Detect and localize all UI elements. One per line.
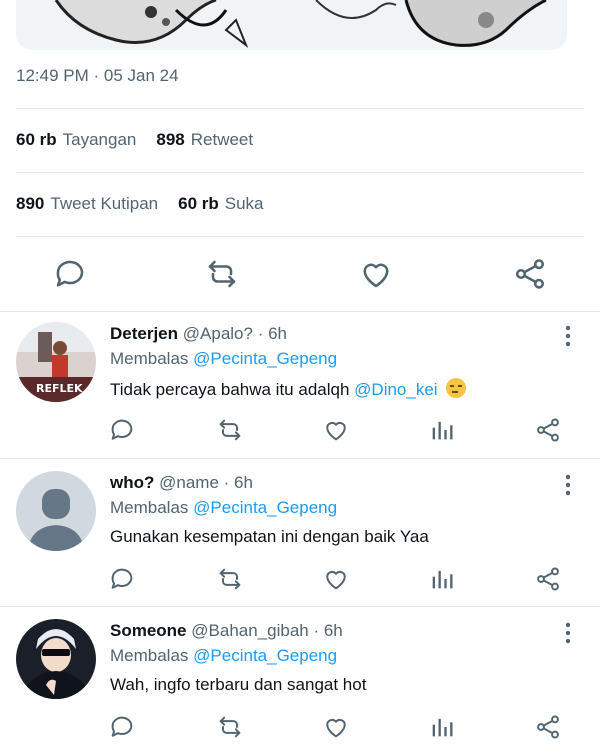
display-name[interactable]: who? [110, 473, 154, 492]
replying-to: Membalas @Pecinta_Gepeng [110, 498, 337, 518]
reply-header: Deterjen @Apalo? · 6h [110, 324, 287, 344]
replying-to-mention[interactable]: @Pecinta_Gepeng [193, 646, 337, 665]
reply-time: · 6h [257, 324, 287, 343]
replying-to-mention[interactable]: @Pecinta_Gepeng [193, 349, 337, 368]
display-name[interactable]: Deterjen [110, 324, 178, 343]
reply-action-bar [0, 713, 600, 743]
reply-text-content: Tidak percaya bahwa itu adalqh [110, 380, 350, 399]
avatar[interactable]: REFLEK [16, 322, 96, 402]
replying-to: Membalas @Pecinta_Gepeng [110, 646, 337, 666]
handle[interactable]: @Bahan_gibah [191, 621, 308, 640]
retweets-count: 898 [156, 130, 185, 149]
quotes-stat[interactable]: 890 Tweet Kutipan [16, 194, 158, 214]
reply-text: Tidak percaya bahwa itu adalqh @Dino_kei [110, 378, 467, 400]
reply-icon[interactable] [108, 713, 136, 741]
share-icon[interactable] [512, 256, 548, 292]
reply-icon[interactable] [52, 256, 88, 292]
reply-tweet[interactable]: REFLEK Deterjen @Apalo? · 6h Membalas @P… [0, 312, 600, 458]
reply-header: who? @name · 6h [110, 473, 253, 493]
divider [16, 236, 584, 237]
divider [0, 606, 600, 607]
replying-prefix: Membalas [110, 349, 189, 368]
share-icon[interactable] [534, 565, 562, 593]
views-count: 60 rb [16, 130, 57, 149]
likes-count: 60 rb [178, 194, 219, 213]
retweet-icon[interactable] [216, 565, 244, 593]
quotes-label: Tweet Kutipan [50, 194, 159, 213]
share-icon[interactable] [534, 713, 562, 741]
stats-row-views-retweets: 60 rb Tayangan 898 Retweet [16, 130, 253, 150]
stats-row-quotes-likes: 890 Tweet Kutipan 60 rb Suka [16, 194, 264, 214]
like-icon[interactable] [322, 565, 350, 593]
reply-action-bar [0, 565, 600, 595]
replying-prefix: Membalas [110, 646, 189, 665]
reply-text: Gunakan kesempatan ini dengan baik Yaa [110, 527, 429, 547]
reply-time: · 6h [313, 621, 343, 640]
retweet-icon[interactable] [204, 256, 240, 292]
divider [16, 172, 584, 173]
retweets-label: Retweet [190, 130, 254, 149]
quotes-count: 890 [16, 194, 45, 213]
views-label: Tayangan [62, 130, 137, 149]
handle[interactable]: @name [159, 473, 219, 492]
reply-action-bar [0, 416, 600, 446]
analytics-icon[interactable] [428, 416, 456, 444]
replying-to-mention[interactable]: @Pecinta_Gepeng [193, 498, 337, 517]
avatar[interactable] [16, 619, 96, 699]
reply-tweet[interactable]: Someone @Bahan_gibah · 6h Membalas @Peci… [0, 609, 600, 755]
tweet-media-image[interactable] [16, 0, 567, 50]
default-avatar-icon[interactable] [16, 471, 96, 551]
smirk-emoji-icon [446, 378, 467, 398]
tweet-timestamp[interactable]: 12:49 PM · 05 Jan 24 [16, 66, 179, 86]
retweet-icon[interactable] [216, 713, 244, 741]
reply-tweet[interactable]: who? @name · 6h Membalas @Pecinta_Gepeng… [0, 461, 600, 607]
reply-icon[interactable] [108, 565, 136, 593]
reply-text-content: Gunakan kesempatan ini dengan baik Yaa [110, 527, 429, 546]
likes-stat[interactable]: 60 rb Suka [178, 194, 263, 214]
like-icon[interactable] [322, 713, 350, 741]
tweet-action-bar [0, 256, 600, 292]
avatar-caption: REFLEK [36, 382, 83, 395]
reply-time: · 6h [223, 473, 253, 492]
reply-icon[interactable] [108, 416, 136, 444]
retweet-icon[interactable] [216, 416, 244, 444]
mention-link[interactable]: @Dino_kei [354, 380, 437, 399]
analytics-icon[interactable] [428, 713, 456, 741]
handle[interactable]: @Apalo? [183, 324, 253, 343]
reply-text: Wah, ingfo terbaru dan sangat hot [110, 675, 366, 695]
display-name[interactable]: Someone [110, 621, 187, 640]
like-icon[interactable] [322, 416, 350, 444]
reply-header: Someone @Bahan_gibah · 6h [110, 621, 343, 641]
more-options-icon[interactable] [556, 473, 580, 497]
like-icon[interactable] [358, 256, 394, 292]
views-stat: 60 rb Tayangan [16, 130, 136, 150]
replying-to: Membalas @Pecinta_Gepeng [110, 349, 337, 369]
retweets-stat[interactable]: 898 Retweet [156, 130, 253, 150]
analytics-icon[interactable] [428, 565, 456, 593]
more-options-icon[interactable] [556, 621, 580, 645]
reply-text-content: Wah, ingfo terbaru dan sangat hot [110, 675, 367, 694]
replying-prefix: Membalas [110, 498, 189, 517]
likes-label: Suka [224, 194, 264, 213]
divider [0, 458, 600, 459]
more-options-icon[interactable] [556, 324, 580, 348]
share-icon[interactable] [534, 416, 562, 444]
divider [16, 108, 584, 109]
